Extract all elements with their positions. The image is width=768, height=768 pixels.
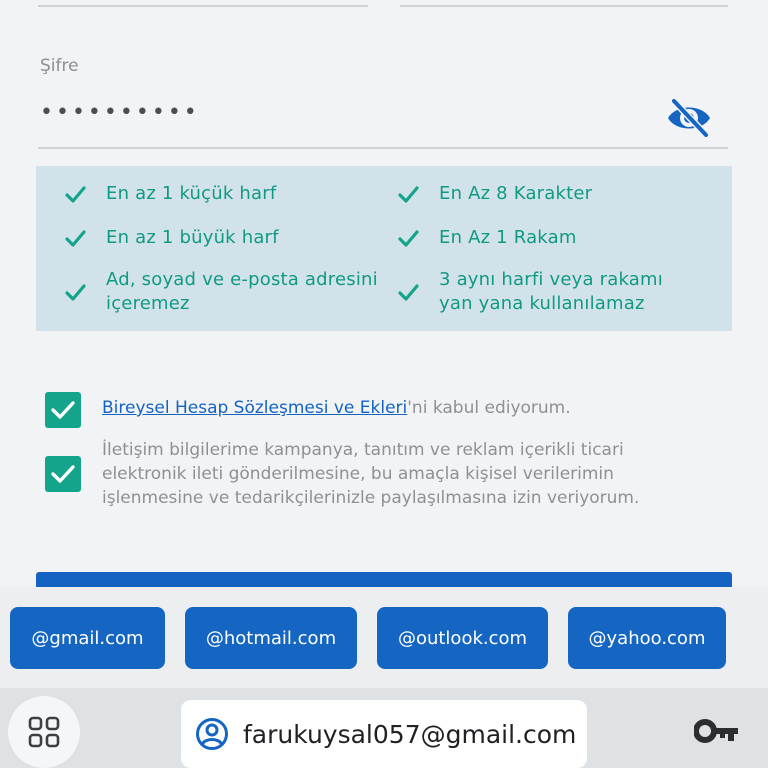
previous-field-underline — [400, 5, 728, 7]
keyboard-toolbar: farukuysal057@gmail.com — [0, 688, 768, 768]
password-rules-panel: En az 1 küçük harf En Az 8 Karakter En a… — [36, 166, 732, 331]
checkmark-icon — [51, 465, 75, 483]
suggestion-hotmail[interactable]: @hotmail.com — [185, 607, 357, 669]
autofill-email-text: farukuysal057@gmail.com — [243, 719, 577, 749]
rule-item: En Az 8 Karakter — [397, 182, 592, 206]
key-icon[interactable] — [694, 718, 740, 744]
suggestion-yahoo[interactable]: @yahoo.com — [568, 607, 726, 669]
rule-text: 3 aynı harfi veya rakamı yan yana kullan… — [439, 269, 663, 314]
check-icon — [65, 230, 86, 247]
rule-item: En Az 1 Rakam — [397, 226, 577, 250]
password-label: Şifre — [40, 56, 79, 76]
rule-text: En Az 8 Karakter — [439, 183, 593, 204]
eye-off-icon[interactable] — [664, 96, 714, 140]
rule-text: En az 1 büyük harf — [106, 227, 279, 248]
agreement-suffix: 'ni kabul ediyorum. — [407, 398, 571, 418]
checkmark-icon — [51, 401, 75, 419]
email-suggestion-bar: @gmail.com @hotmail.com @outlook.com @ya… — [0, 587, 768, 688]
suggestion-outlook[interactable]: @outlook.com — [377, 607, 548, 669]
account-circle-icon — [196, 718, 228, 750]
submit-button[interactable] — [36, 572, 732, 588]
autofill-email-chip[interactable]: farukuysal057@gmail.com — [181, 700, 587, 768]
check-icon — [398, 284, 419, 301]
agreement-link[interactable]: Bireysel Hesap Sözleşmesi ve Ekleri — [102, 398, 407, 418]
check-icon — [65, 186, 86, 203]
rule-text: En Az 1 Rakam — [439, 227, 577, 248]
password-input[interactable]: •••••••••• — [40, 100, 200, 125]
rule-text: Ad, soyad ve e-posta adresini içeremez — [106, 269, 378, 314]
agreement-consent: Bireysel Hesap Sözleşmesi ve Ekleri'ni k… — [102, 398, 571, 418]
marketing-checkbox[interactable] — [45, 456, 81, 492]
rule-item: En az 1 büyük harf — [64, 226, 279, 250]
password-underline — [38, 147, 728, 149]
suggestion-gmail[interactable]: @gmail.com — [10, 607, 165, 669]
rule-item: Ad, soyad ve e-posta adresini içeremez — [64, 268, 384, 316]
apps-button[interactable] — [8, 696, 80, 768]
check-icon — [65, 284, 86, 301]
grid-icon — [28, 716, 60, 748]
rule-text: En az 1 küçük harf — [106, 183, 277, 204]
check-icon — [398, 230, 419, 247]
rule-item: 3 aynı harfi veya rakamı yan yana kullan… — [397, 268, 697, 316]
rule-item: En az 1 küçük harf — [64, 182, 276, 206]
check-icon — [398, 186, 419, 203]
marketing-consent-text: İletişim bilgilerime kampanya, tanıtım v… — [102, 440, 640, 508]
agreement-checkbox[interactable] — [45, 392, 81, 428]
previous-field-underline — [38, 5, 368, 7]
